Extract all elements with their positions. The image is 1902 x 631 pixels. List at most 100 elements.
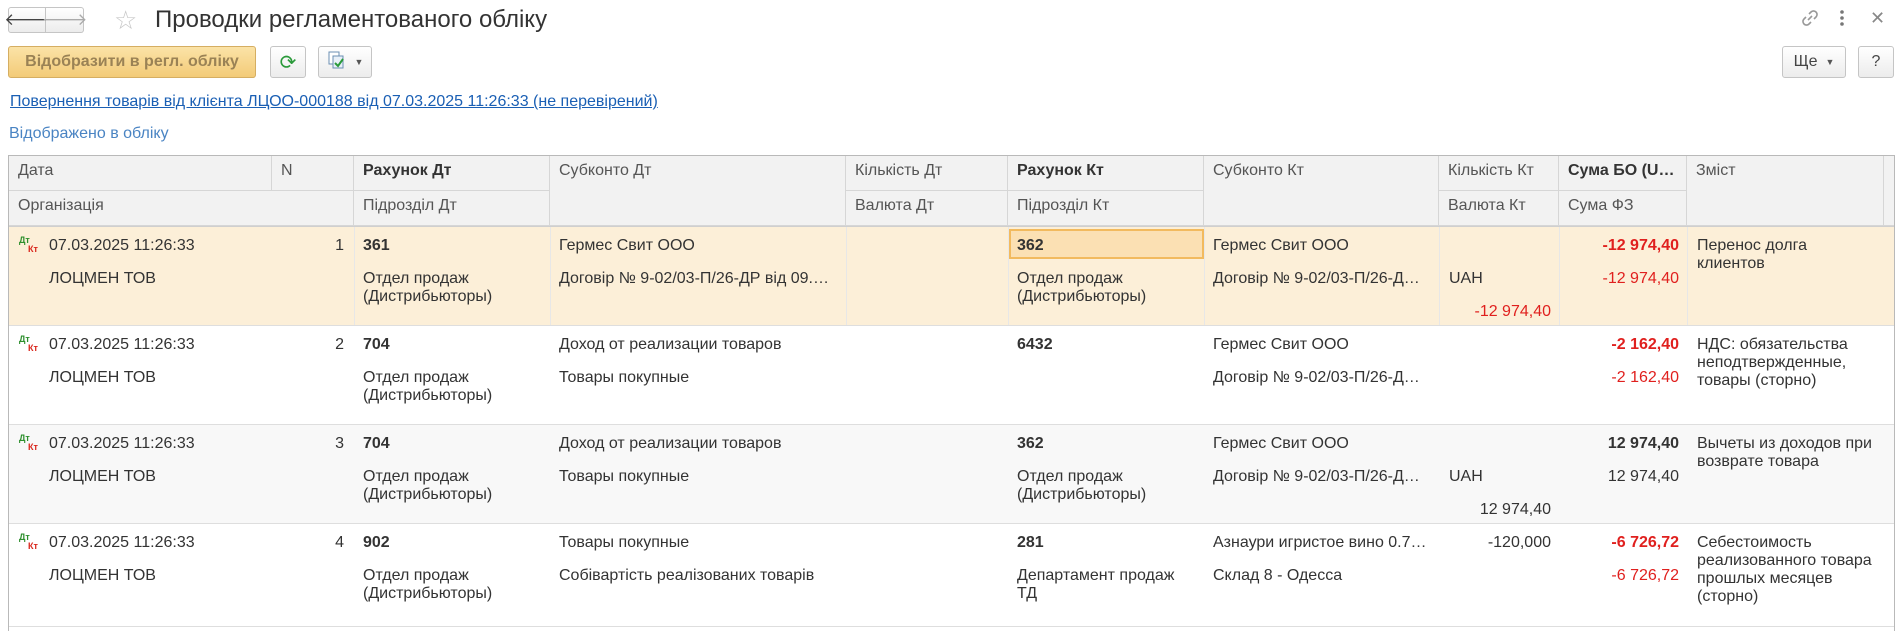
cell-date: 07.03.2025 11:26:33 bbox=[49, 534, 195, 551]
cell-sub-kt-1: Гермес Свит ООО bbox=[1213, 237, 1349, 254]
col-acct-kt[interactable]: Рахунок Кт bbox=[1008, 156, 1204, 191]
related-documents-button[interactable]: ▼ bbox=[318, 46, 372, 78]
cell-sub-dt-2: Товары покупные bbox=[559, 468, 690, 485]
link-icon[interactable] bbox=[1800, 8, 1820, 34]
cell-sum-fz: -2 162,40 bbox=[1611, 369, 1679, 386]
grid-line bbox=[354, 227, 355, 325]
cell-sum-bo: -2 162,40 bbox=[1611, 336, 1679, 353]
cell-cur-kt-amount: 12 974,40 bbox=[1479, 501, 1551, 518]
cell-content: НДС: обязательства неподтвержденные, тов… bbox=[1697, 336, 1848, 389]
col-qty-kt[interactable]: Кількість Кт bbox=[1439, 156, 1559, 191]
cell-dept-kt: Департамент продаж ТД bbox=[1017, 567, 1175, 602]
table-row[interactable]: Дт Кт 07.03.2025 11:26:33 1 ЛОЦМЕН ТОВ 36… bbox=[9, 227, 1894, 326]
cell-dept-dt: Отдел продаж (Дистрибьюторы) bbox=[363, 468, 493, 503]
cell-sub-kt-2: Договір № 9-02/03-П/26-Д… bbox=[1213, 369, 1420, 386]
documents-icon bbox=[327, 50, 349, 75]
post-to-accounting-button[interactable]: Відобразити в регл. обліку bbox=[8, 46, 256, 78]
postings-table: Дата N Організація Рахунок Дт Підрозділ … bbox=[8, 155, 1895, 631]
cell-sub-dt-1: Гермес Свит ООО bbox=[559, 237, 695, 254]
cell-content: Перенос долга клиентов bbox=[1697, 237, 1807, 272]
dropdown-arrow-icon: ▼ bbox=[354, 57, 364, 67]
cell-sub-dt-2: Собівартість реалізованих товарів bbox=[559, 567, 815, 584]
table-row[interactable]: Дт Кт 07.03.2025 11:26:33 4 ЛОЦМЕН ТОВ 90… bbox=[9, 524, 1894, 627]
col-cur-kt[interactable]: Валюта Кт bbox=[1439, 191, 1559, 226]
cell-sub-dt-1: Доход от реализации товаров bbox=[559, 435, 782, 452]
cell-cur-kt-amount: -12 974,40 bbox=[1474, 303, 1551, 320]
col-n[interactable]: N bbox=[272, 156, 354, 191]
dt-kt-posting-icon: Дт Кт bbox=[19, 235, 41, 257]
dropdown-arrow-icon: ▼ bbox=[1825, 57, 1835, 67]
window-title: Проводки регламентованого обліку bbox=[155, 6, 548, 33]
cell-dept-dt: Отдел продаж (Дистрибьюторы) bbox=[363, 369, 493, 404]
cell-dept-kt: Отдел продаж (Дистрибьюторы) bbox=[1017, 270, 1147, 305]
cell-sum-fz: -6 726,72 bbox=[1611, 567, 1679, 584]
col-sub-kt[interactable]: Субконто Кт bbox=[1204, 156, 1439, 226]
cell-sub-dt-1: Доход от реализации товаров bbox=[559, 336, 782, 353]
cell-acct-dt: 902 bbox=[363, 534, 390, 551]
dt-kt-posting-icon: Дт Кт bbox=[19, 532, 41, 554]
help-button[interactable]: ? bbox=[1858, 46, 1894, 78]
cell-sub-dt-1: Товары покупные bbox=[559, 534, 690, 551]
cell-sub-kt-1: Азнаури игристое вино 0.7… bbox=[1213, 534, 1427, 551]
col-sum-fz[interactable]: Сума ФЗ bbox=[1559, 191, 1687, 226]
more-vertical-icon[interactable] bbox=[1838, 8, 1846, 34]
cell-acct-kt: 6432 bbox=[1017, 336, 1053, 353]
more-button-label: Ще bbox=[1793, 53, 1818, 70]
cell-date: 07.03.2025 11:26:33 bbox=[49, 435, 195, 452]
cell-dept-kt bbox=[1017, 369, 1197, 407]
col-dept-dt[interactable]: Підрозділ Дт bbox=[354, 191, 550, 226]
grid-line bbox=[1204, 227, 1205, 325]
col-sub-dt[interactable]: Субконто Дт bbox=[550, 156, 846, 226]
col-sum-bo[interactable]: Сума БО (U… bbox=[1559, 156, 1687, 191]
cell-dept-kt: Отдел продаж (Дистрибьюторы) bbox=[1017, 468, 1147, 503]
cell-acct-kt: 362 bbox=[1017, 237, 1044, 254]
cell-n: 3 bbox=[335, 435, 344, 452]
more-button[interactable]: Ще ▼ bbox=[1782, 46, 1846, 78]
table-row[interactable]: Дт Кт 07.03.2025 11:26:33 2 ЛОЦМЕН ТОВ 70… bbox=[9, 326, 1894, 425]
cell-sum-bo: -6 726,72 bbox=[1611, 534, 1679, 551]
arrow-right-icon: 🡒 bbox=[41, 10, 88, 29]
forward-button[interactable]: 🡒 bbox=[42, 7, 87, 33]
cell-date: 07.03.2025 11:26:33 bbox=[49, 237, 195, 254]
cell-n: 4 bbox=[335, 534, 344, 551]
cell-acct-kt: 362 bbox=[1017, 435, 1044, 452]
col-dept-kt[interactable]: Підрозділ Кт bbox=[1008, 191, 1204, 226]
col-qty-dt[interactable]: Кількість Дт bbox=[846, 156, 1008, 191]
col-date[interactable]: Дата bbox=[9, 156, 272, 191]
posting-status: Відображено в обліку bbox=[9, 125, 169, 142]
close-icon[interactable]: ✕ bbox=[1870, 8, 1885, 29]
cell-org: ЛОЦМЕН ТОВ bbox=[49, 468, 156, 485]
col-org[interactable]: Організація bbox=[9, 191, 354, 226]
cell-content: Себестоимость реализованного товара прош… bbox=[1697, 534, 1872, 605]
refresh-button[interactable]: ⟳ bbox=[270, 46, 306, 78]
cell-sum-bo: -12 974,40 bbox=[1602, 237, 1679, 254]
col-acct-dt[interactable]: Рахунок Дт bbox=[354, 156, 550, 191]
cell-org: ЛОЦМЕН ТОВ bbox=[49, 270, 156, 287]
cell-sub-dt-2: Товары покупные bbox=[559, 369, 690, 386]
refresh-icon: ⟳ bbox=[279, 51, 297, 74]
cell-sub-kt-1: Гермес Свит ООО bbox=[1213, 435, 1349, 452]
favorite-star-icon[interactable]: ☆ bbox=[114, 6, 137, 34]
kt-label: Кт bbox=[28, 244, 38, 254]
cell-sum-bo: 12 974,40 bbox=[1607, 435, 1679, 452]
cell-qty-kt: -120,000 bbox=[1487, 534, 1551, 551]
cell-date: 07.03.2025 11:26:33 bbox=[49, 336, 195, 353]
grid-line bbox=[550, 227, 551, 325]
kt-label: Кт bbox=[28, 442, 38, 452]
grid-line bbox=[1439, 227, 1440, 325]
cell-org: ЛОЦМЕН ТОВ bbox=[49, 369, 156, 386]
cell-acct-dt: 704 bbox=[363, 435, 390, 452]
kt-label: Кт bbox=[28, 343, 38, 353]
cell-dept-dt: Отдел продаж (Дистрибьюторы) bbox=[363, 270, 493, 305]
cell-org: ЛОЦМЕН ТОВ bbox=[49, 567, 156, 584]
cell-sub-kt-2: Договір № 9-02/03-П/26-Д… bbox=[1213, 468, 1420, 485]
col-content[interactable]: Зміст bbox=[1687, 156, 1884, 226]
table-row[interactable]: Дт Кт 07.03.2025 11:26:33 3 ЛОЦМЕН ТОВ 70… bbox=[9, 425, 1894, 524]
col-cur-dt[interactable]: Валюта Дт bbox=[846, 191, 1008, 226]
cell-sub-dt-2: Договір № 9-02/03-П/26-ДР від 09.… bbox=[559, 270, 829, 287]
source-document-link[interactable]: Повернення товарів від клієнта ЛЦОО-0001… bbox=[10, 93, 658, 111]
cell-sub-kt-2: Склад 8 - Одесса bbox=[1213, 567, 1343, 584]
cell-sub-kt-1: Гермес Свит ООО bbox=[1213, 336, 1349, 353]
back-button[interactable]: 🡐 bbox=[4, 7, 50, 33]
grid-line bbox=[846, 227, 847, 325]
